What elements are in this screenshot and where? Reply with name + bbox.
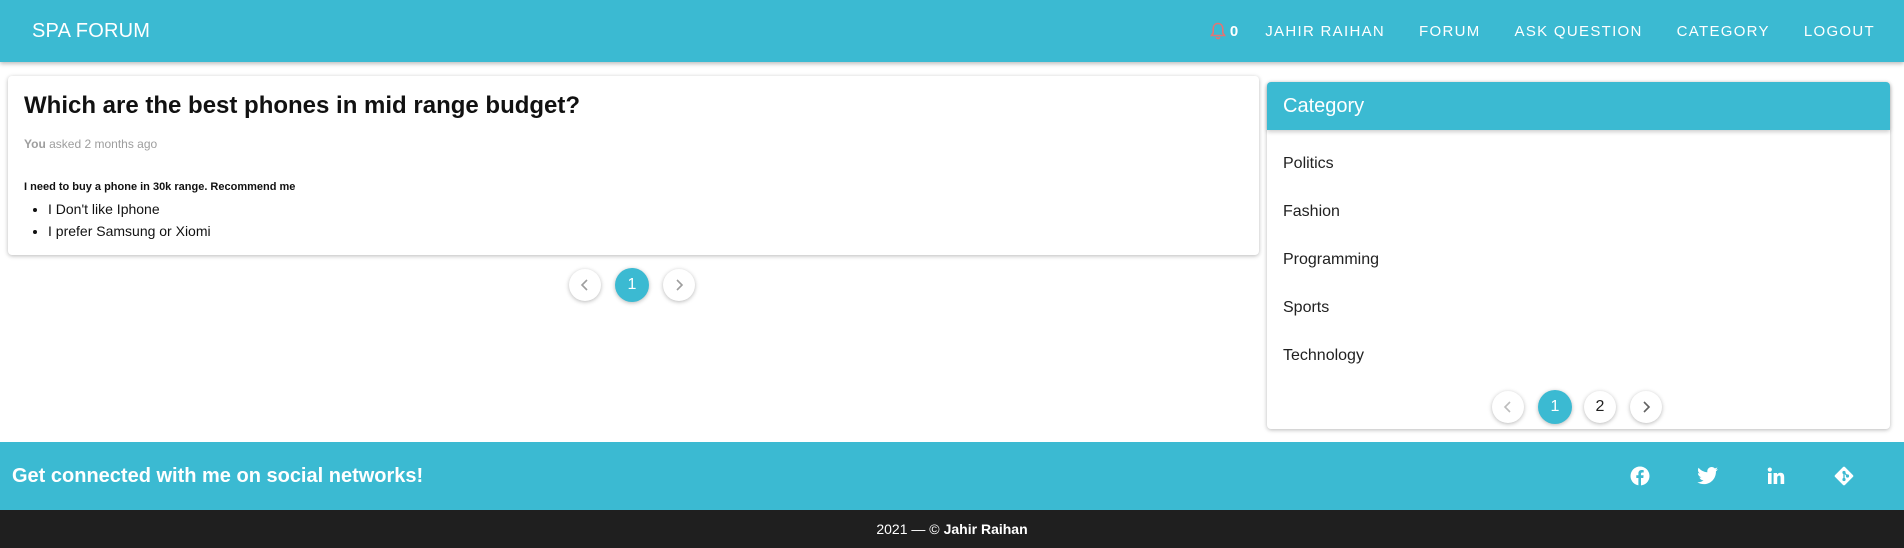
pagination-page-button[interactable]: 2: [1584, 391, 1616, 423]
linkedin-link[interactable]: [1742, 450, 1810, 502]
category-list: Politics Fashion Programming Sports Tech…: [1267, 130, 1890, 380]
notification-count: 0: [1229, 22, 1239, 40]
category-item-sports[interactable]: Sports: [1267, 284, 1890, 332]
question-pagination: 1: [569, 268, 695, 302]
top-navbar: SPA FORUM 0 JAHIR RAIHAN FORUM ASK QUEST…: [0, 0, 1904, 62]
copyright-name: Jahir Raihan: [943, 521, 1028, 537]
twitter-link[interactable]: [1674, 450, 1742, 502]
facebook-icon: [1630, 466, 1650, 486]
question-title[interactable]: Which are the best phones in mid range b…: [24, 92, 1243, 121]
question-meta: You asked 2 months ago: [24, 137, 1243, 151]
social-tagline: Get connected with me on social networks…: [12, 464, 424, 487]
question-card: Which are the best phones in mid range b…: [8, 76, 1259, 255]
twitter-icon: [1697, 467, 1718, 485]
nav-menu: 0 JAHIR RAIHAN FORUM ASK QUESTION CATEGO…: [1202, 0, 1892, 62]
category-item-technology[interactable]: Technology: [1267, 332, 1890, 380]
copyright-prefix: 2021 — ©: [876, 521, 940, 537]
copyright-bar: 2021 — © Jahir Raihan: [0, 510, 1904, 548]
nav-user[interactable]: JAHIR RAIHAN: [1248, 0, 1402, 62]
linkedin-icon: [1767, 467, 1785, 484]
nav-logout[interactable]: LOGOUT: [1787, 0, 1892, 62]
question-body-list: I Don't like Iphone I prefer Samsung or …: [24, 198, 1243, 242]
pagination-next-button[interactable]: [663, 269, 695, 301]
chevron-left-icon: [580, 279, 588, 291]
nav-forum[interactable]: FORUM: [1402, 0, 1498, 62]
chevron-right-icon: [1643, 401, 1651, 413]
nav-category[interactable]: CATEGORY: [1660, 0, 1787, 62]
pagination-prev-button[interactable]: [1492, 391, 1524, 423]
chevron-right-icon: [676, 279, 684, 291]
question-author: You: [24, 136, 46, 151]
facebook-link[interactable]: [1606, 450, 1674, 502]
nav-ask-question[interactable]: ASK QUESTION: [1498, 0, 1660, 62]
pagination-page-button[interactable]: 1: [615, 268, 649, 302]
brand-logo[interactable]: SPA FORUM: [32, 20, 150, 43]
pagination-page-button[interactable]: 1: [1538, 390, 1572, 424]
notifications-button[interactable]: 0: [1202, 22, 1246, 40]
pagination-next-button[interactable]: [1630, 391, 1662, 423]
list-item: I Don't like Iphone: [48, 198, 1243, 220]
pagination-prev-button[interactable]: [569, 269, 601, 301]
social-footer: Get connected with me on social networks…: [0, 442, 1904, 510]
category-item-programming[interactable]: Programming: [1267, 236, 1890, 284]
category-card: Category Politics Fashion Programming Sp…: [1267, 82, 1890, 429]
category-card-title: Category: [1267, 82, 1890, 130]
git-link[interactable]: [1810, 450, 1878, 502]
social-links: [1606, 450, 1878, 502]
question-body-heading: I need to buy a phone in 30k range. Reco…: [24, 180, 296, 193]
category-item-fashion[interactable]: Fashion: [1267, 188, 1890, 236]
list-item: I prefer Samsung or Xiomi: [48, 220, 1243, 242]
chevron-left-icon: [1503, 401, 1511, 413]
bell-icon: [1209, 22, 1226, 40]
category-item-politics[interactable]: Politics: [1267, 140, 1890, 188]
git-icon: [1834, 466, 1854, 486]
question-asked-time: asked 2 months ago: [49, 136, 158, 151]
category-pagination: 1 2: [1492, 390, 1662, 424]
